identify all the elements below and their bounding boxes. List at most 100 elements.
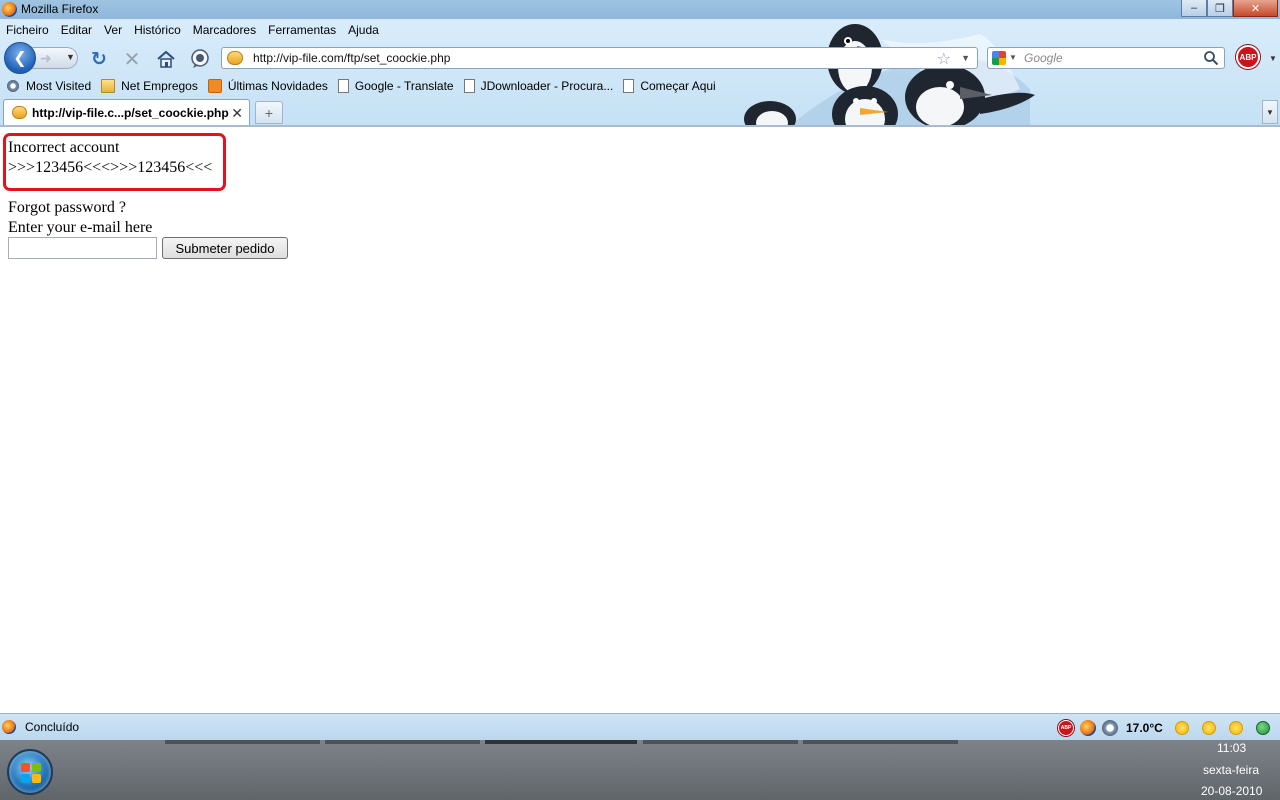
error-detail: >>>123456<<<>>>123456<<< <box>8 159 213 176</box>
plus-icon: + <box>264 104 274 121</box>
page-content: Incorrect account >>>123456<<<>>>123456<… <box>0 127 1280 713</box>
menu-help[interactable]: Ajuda <box>342 19 385 41</box>
bookmark-star-icon[interactable]: ☆ <box>937 49 951 69</box>
address-bar[interactable]: http://vip-file.com/ftp/set_coockie.php … <box>221 47 978 69</box>
reload-icon: ↻ <box>91 48 107 70</box>
start-button[interactable] <box>7 749 53 795</box>
bookmark-label: Most Visited <box>26 79 92 93</box>
history-dropdown-icon[interactable]: ▼ <box>66 52 75 62</box>
bookmark-ultimas-novidades[interactable]: Últimas Novidades <box>207 79 328 93</box>
taskbar-slot-active <box>485 740 637 744</box>
chevron-down-icon: ▼ <box>1266 107 1274 117</box>
status-firefox-icon <box>2 720 16 734</box>
submit-request-button[interactable]: Submeter pedido <box>162 237 288 259</box>
windows-logo-icon <box>21 763 41 783</box>
back-arrow-icon: ❮ <box>13 50 27 67</box>
menu-history[interactable]: Histórico <box>128 19 187 41</box>
taskbar-slot <box>325 740 480 744</box>
sun-icon[interactable] <box>1201 720 1216 735</box>
list-all-tabs-button[interactable]: ▼ <box>1262 100 1278 124</box>
home-button[interactable] <box>155 48 177 70</box>
google-engine-icon[interactable] <box>992 51 1006 65</box>
close-tab-icon[interactable]: ✕ <box>231 105 243 122</box>
weather-icon[interactable] <box>1102 719 1118 736</box>
menu-file[interactable]: Ficheiro <box>0 19 55 41</box>
search-bar[interactable]: ▼ Google <box>987 47 1225 69</box>
bookmark-label: Google - Translate <box>354 79 454 93</box>
bookmarks-toolbar: Most Visited Net Empregos Últimas Novida… <box>0 75 720 97</box>
sun-icon[interactable] <box>1228 720 1243 735</box>
clock-date: 20-08-2010 <box>1201 784 1263 798</box>
stop-button[interactable]: ✕ <box>121 48 143 71</box>
bookmark-label: Últimas Novidades <box>227 79 328 93</box>
menu-tools[interactable]: Ferramentas <box>262 19 342 41</box>
search-icon[interactable] <box>1203 50 1219 66</box>
bookmark-jdownloader[interactable]: JDownloader - Procura... <box>463 79 614 93</box>
search-placeholder[interactable]: Google <box>1024 51 1063 65</box>
browser-chrome: Ficheiro Editar Ver Histórico Marcadores… <box>0 19 1280 126</box>
url-text[interactable]: http://vip-file.com/ftp/set_coockie.php <box>253 51 450 65</box>
windows-taskbar: 11:03 sexta-feira 20-08-2010 <box>0 740 1280 800</box>
adblock-plus-button[interactable]: ABP <box>1236 45 1260 69</box>
site-identity-icon[interactable] <box>227 51 243 65</box>
menu-view[interactable]: Ver <box>98 19 128 41</box>
tab-favicon <box>12 106 27 119</box>
status-text: Concluído <box>25 720 80 734</box>
adblock-label: ABP <box>1239 52 1257 62</box>
clock-day: sexta-feira <box>1203 763 1260 777</box>
window-titlebar: Mozilla Firefox – ❐ ✕ <box>0 0 1280 19</box>
adblock-dropdown-icon[interactable]: ▼ <box>1269 54 1277 63</box>
clock-time: 11:03 <box>1217 741 1247 755</box>
window-controls: – ❐ ✕ <box>1181 0 1278 17</box>
globe-icon[interactable] <box>1255 720 1270 735</box>
maximize-button[interactable]: ❐ <box>1207 0 1233 17</box>
forgot-password-heading: Forgot password ? <box>8 199 126 216</box>
page-icon <box>463 79 475 93</box>
error-message: Incorrect account <box>8 139 120 156</box>
url-dropdown-icon[interactable]: ▼ <box>961 53 970 63</box>
temperature[interactable]: 17.0°C <box>1126 721 1163 735</box>
bookmark-label: JDownloader - Procura... <box>480 79 614 93</box>
bookmark-most-visited[interactable]: Most Visited <box>6 79 91 93</box>
email-prompt: Enter your e-mail here <box>8 219 153 236</box>
close-window-button[interactable]: ✕ <box>1233 0 1278 17</box>
forward-arrow-icon: ➜ <box>40 50 52 66</box>
taskbar-slot <box>165 740 320 744</box>
speech-bubble-icon <box>191 49 209 68</box>
bookmark-label: Net Empregos <box>121 79 198 93</box>
window-title: Mozilla Firefox <box>21 2 99 16</box>
tab-strip: http://vip-file.c...p/set_coockie.php ✕ … <box>0 97 1280 126</box>
rss-icon <box>207 79 222 93</box>
menu-bar: Ficheiro Editar Ver Histórico Marcadores… <box>0 19 385 41</box>
sun-icon[interactable] <box>1174 720 1189 735</box>
taskbar-slot <box>803 740 958 744</box>
firefox-status-icon[interactable] <box>1080 719 1096 736</box>
new-tab-button[interactable]: + <box>255 101 283 124</box>
bookmark-comecar-aqui[interactable]: Começar Aqui <box>623 79 716 93</box>
page-icon <box>337 79 349 93</box>
menu-bookmarks[interactable]: Marcadores <box>187 19 262 41</box>
gear-icon <box>6 79 20 93</box>
search-engine-dropdown-icon[interactable]: ▼ <box>1009 53 1017 62</box>
taskbar-slot <box>643 740 798 744</box>
reload-button[interactable]: ↻ <box>88 48 110 70</box>
tab-title: http://vip-file.c...p/set_coockie.php <box>32 106 229 120</box>
menu-edit[interactable]: Editar <box>55 19 98 41</box>
forward-button[interactable]: ➜ ▼ <box>30 47 78 69</box>
bookmark-google-translate[interactable]: Google - Translate <box>337 79 454 93</box>
page-icon <box>623 79 635 93</box>
status-bar: Concluído ABP 17.0°C <box>0 713 1280 740</box>
system-clock[interactable]: 11:03 sexta-feira 20-08-2010 <box>1196 740 1280 800</box>
minimize-button[interactable]: – <box>1181 0 1207 17</box>
zoom-button[interactable] <box>189 48 211 70</box>
folder-icon <box>101 79 116 93</box>
adblock-status-icon[interactable]: ABP <box>1058 719 1074 736</box>
status-addons: ABP 17.0°C <box>1058 714 1270 741</box>
navigation-toolbar: ➜ ▼ ❮ ↻ ✕ http://vip-file.com/ftp/set_co… <box>0 41 1280 75</box>
bookmark-label: Começar Aqui <box>640 79 716 93</box>
email-field[interactable] <box>8 237 157 259</box>
bookmark-net-empregos[interactable]: Net Empregos <box>101 79 198 93</box>
firefox-icon <box>2 2 17 17</box>
tab-active[interactable]: http://vip-file.c...p/set_coockie.php ✕ <box>3 99 250 126</box>
back-button[interactable]: ❮ <box>4 42 36 74</box>
